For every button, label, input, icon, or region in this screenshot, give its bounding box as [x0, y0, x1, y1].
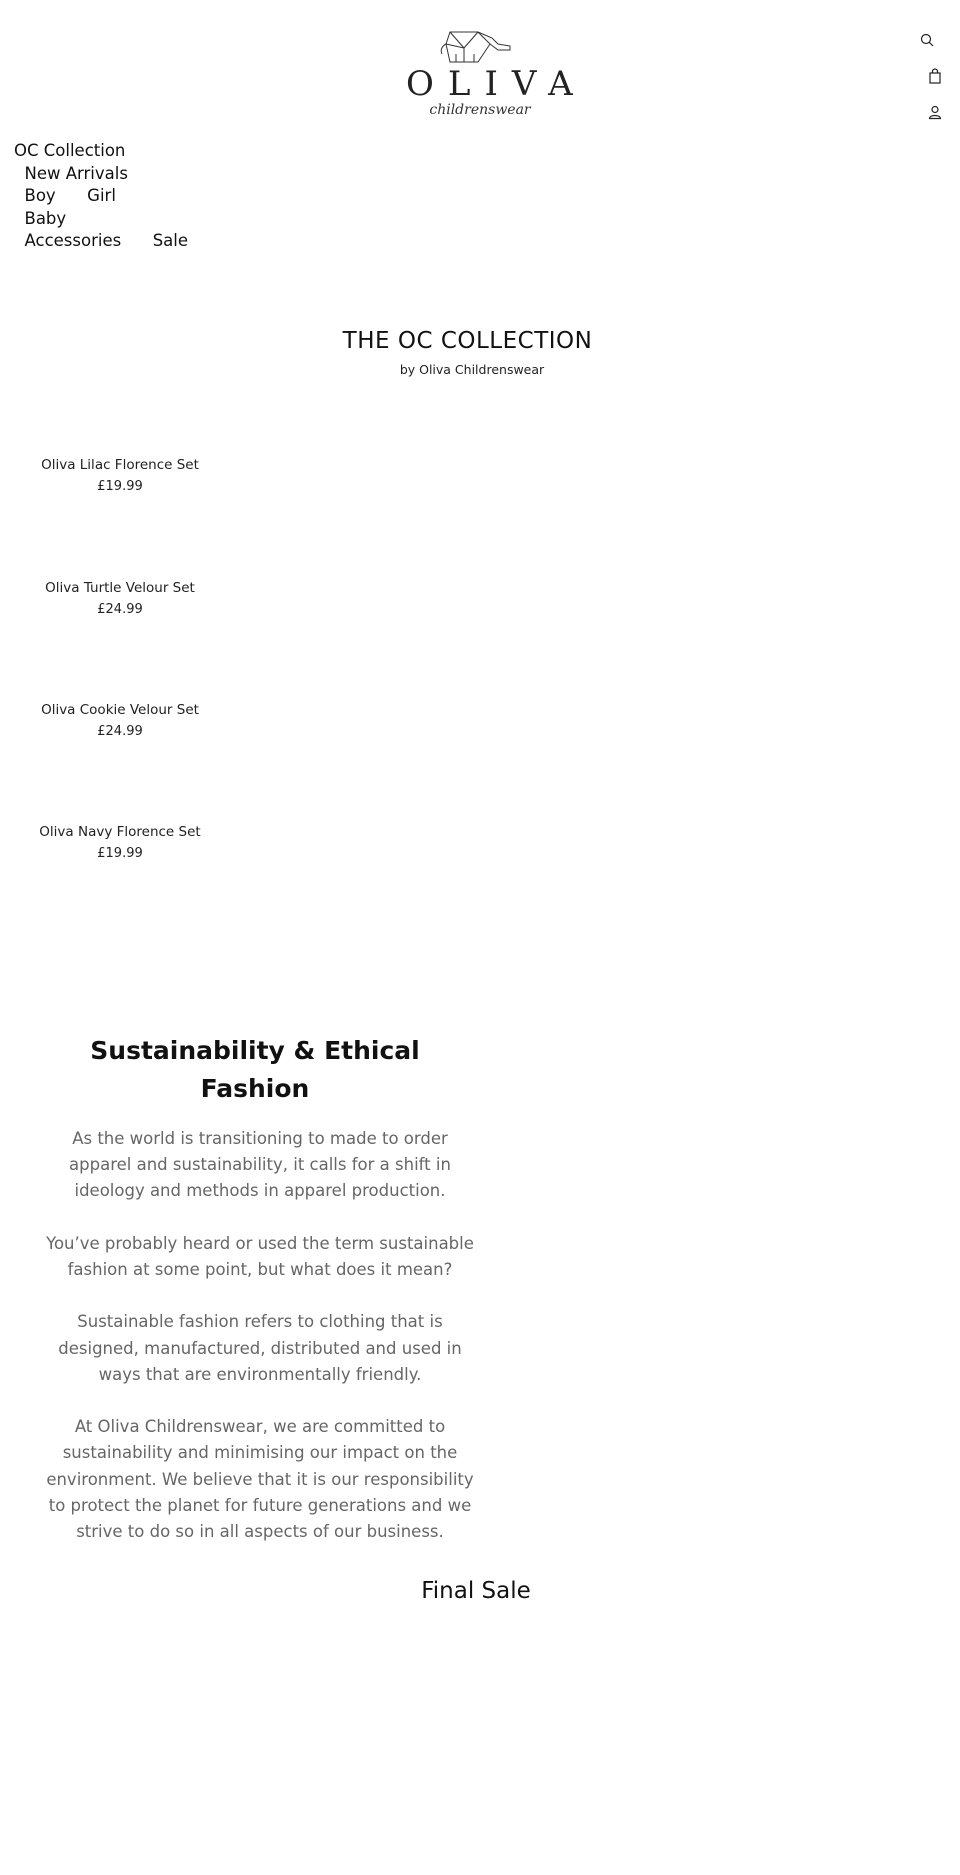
nav-row: New Arrivals	[14, 163, 188, 186]
sustainability-heading: Sustainability & Ethical Fashion	[90, 1036, 420, 1103]
search-icon[interactable]	[919, 32, 935, 48]
nav-row: Accessories Sale	[14, 230, 189, 253]
collection-subtitle: by Oliva Childrenswear	[399, 362, 545, 377]
shopping-bag-icon[interactable]	[927, 68, 943, 84]
nav-item-new-arrivals[interactable]: New Arrivals	[25, 164, 128, 183]
product-price: £19.99	[97, 479, 143, 494]
product-card[interactable]: Oliva Navy Florence Set £19.99	[0, 822, 240, 864]
nav-row: Baby	[14, 208, 188, 231]
sustainability-text: As the world is transitioning to made to…	[40, 1126, 480, 1571]
product-name[interactable]: Oliva Lilac Florence Set	[0, 455, 240, 476]
product-name[interactable]: Oliva Turtle Velour Set	[0, 578, 240, 599]
sustainability-paragraph: At Oliva Childrenswear, we are committed…	[46, 1417, 474, 1541]
product-price: £19.99	[97, 846, 143, 861]
nav-item-oc-collection[interactable]: OC Collection	[14, 141, 125, 160]
nav-item-accessories[interactable]: Accessories	[25, 231, 122, 250]
site-logo[interactable]: OLIVA childrenswear	[398, 28, 587, 124]
logo-wordmark: OLIVA	[406, 64, 587, 104]
nav-row: Boy Girl	[14, 185, 188, 208]
main-navigation: OC Collection New Arrivals Boy Girl Baby…	[14, 140, 188, 253]
sustainability-paragraph: Sustainable fashion refers to clothing t…	[58, 1312, 462, 1384]
nav-row: OC Collection	[14, 140, 188, 163]
product-card[interactable]: Oliva Lilac Florence Set £19.99	[0, 455, 240, 497]
nav-item-sale[interactable]: Sale	[153, 231, 188, 250]
user-icon[interactable]	[927, 104, 943, 120]
logo-tagline: childrenswear	[429, 102, 531, 118]
product-card[interactable]: Oliva Cookie Velour Set £24.99	[0, 700, 240, 742]
sustainability-paragraph: You’ve probably heard or used the term s…	[46, 1233, 474, 1279]
product-name[interactable]: Oliva Navy Florence Set	[0, 822, 240, 843]
product-price: £24.99	[97, 724, 143, 739]
elephant-logo-icon	[440, 31, 511, 63]
sustainability-paragraph: As the world is transitioning to made to…	[69, 1129, 451, 1201]
product-card[interactable]: Oliva Turtle Velour Set £24.99	[0, 578, 240, 620]
nav-item-boy[interactable]: Boy	[25, 186, 56, 205]
product-price: £24.99	[97, 602, 143, 617]
nav-item-baby[interactable]: Baby	[25, 209, 67, 228]
collection-title: THE OC COLLECTION	[342, 328, 593, 354]
final-sale-heading: Final Sale	[421, 1578, 531, 1604]
product-name[interactable]: Oliva Cookie Velour Set	[0, 700, 240, 721]
nav-item-girl[interactable]: Girl	[87, 186, 116, 205]
